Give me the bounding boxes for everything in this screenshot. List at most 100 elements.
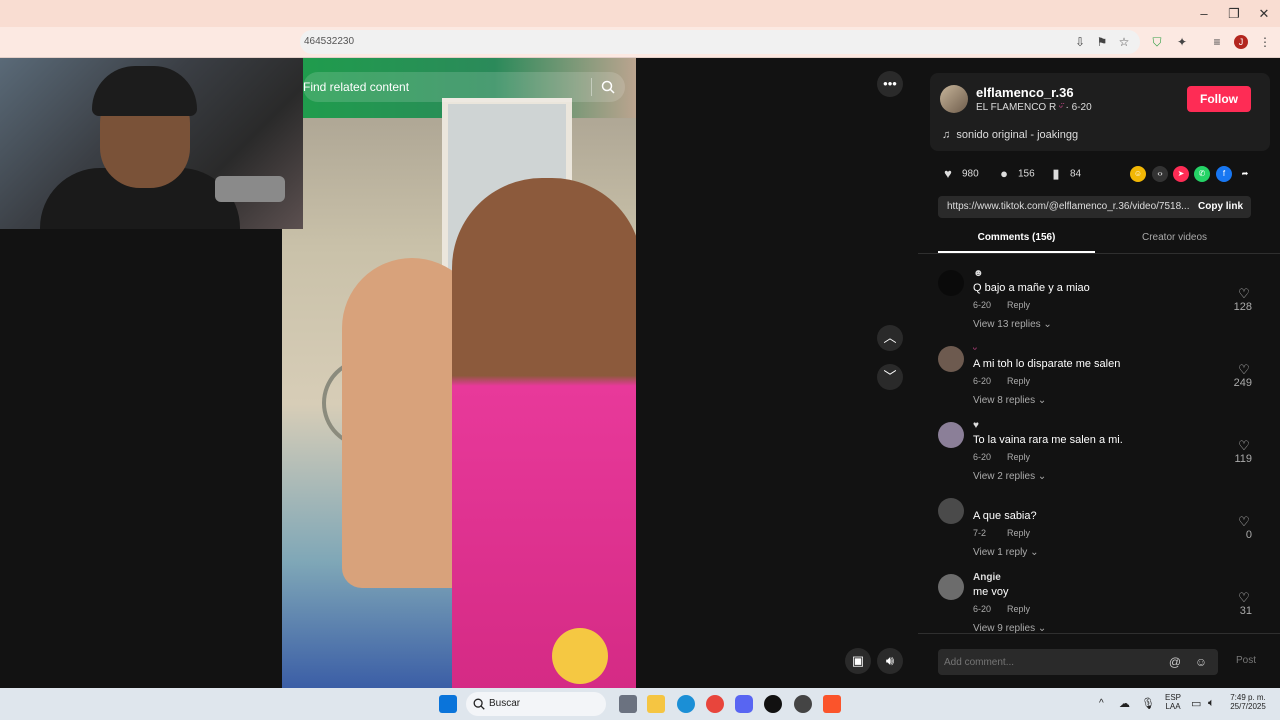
creator-badge-icon: ᵕ̈ [1058,102,1066,113]
video-link-url[interactable]: https://www.tiktok.com/@elflamenco_r.36/… [947,201,1190,212]
reply-button[interactable]: Reply [1007,376,1030,386]
volume-icon[interactable]: 🔊︎ [877,648,903,674]
search-icon[interactable] [600,79,616,95]
network-icon[interactable]: ▭ [1191,697,1201,710]
url-field[interactable]: 464532230 [300,30,1140,54]
related-search-bar[interactable]: Find related content [303,72,625,102]
comment-text: A mi toh lo disparate me salen [973,358,1121,370]
view-replies-link[interactable]: View 8 replies ⌄ [973,395,1046,406]
view-replies-label: View 8 replies [973,395,1036,406]
bookmark-icon: ▮ [1052,166,1060,181]
comment-like-icon[interactable]: ♡ [1236,514,1252,530]
comment-stat[interactable]: ● 156 [996,166,1035,182]
commenter-avatar[interactable] [938,422,964,448]
more-options-icon[interactable]: ••• [877,71,903,97]
creator-avatar[interactable] [940,85,968,113]
tray-cloud-icon[interactable]: ☁ [1119,697,1130,710]
commenter-avatar[interactable] [938,498,964,524]
comment-text: Q bajo a mañe y a miao [973,282,1090,294]
comment-bubble-icon: ● [1000,166,1008,181]
whatsapp-icon[interactable]: ✆ [1194,166,1210,182]
bookmark-star-icon[interactable]: ☆ [1116,34,1132,50]
comment-like-icon[interactable]: ♡ [1236,362,1252,378]
edge-browser-icon[interactable] [677,695,695,713]
extensions-icon[interactable]: ✦ [1174,34,1190,50]
share-coin-icon[interactable]: ☺ [1130,166,1146,182]
install-app-icon[interactable]: ⇩ [1072,34,1088,50]
view-replies-link[interactable]: View 9 replies ⌄ [973,623,1046,633]
post-button[interactable]: Post [1236,655,1256,666]
related-search-placeholder: Find related content [303,80,410,94]
chevron-down-icon: ⌄ [1043,319,1052,330]
creator-username[interactable]: elflamenco_r.36 [976,85,1074,100]
steam-icon[interactable] [794,695,812,713]
comment-like-count: 0 [1245,529,1252,541]
view-replies-link[interactable]: View 13 replies ⌄ [973,319,1052,330]
save-stat[interactable]: ▮ 84 [1048,166,1081,182]
commenter-avatar[interactable] [938,346,964,372]
embed-code-icon[interactable]: ‹› [1152,166,1168,182]
reply-button[interactable]: Reply [1007,300,1030,310]
taskbar-search-box[interactable]: Buscar [466,692,606,716]
commenter-avatar[interactable] [938,574,964,600]
emoji-icon[interactable]: ☺ [1193,654,1209,670]
follow-button[interactable]: Follow [1187,86,1251,112]
tray-microphone-icon[interactable]: 🎙︎ [1141,697,1155,710]
chrome-browser-icon[interactable] [706,695,724,713]
view-replies-link[interactable]: View 2 replies ⌄ [973,471,1046,482]
shield-extension-icon[interactable]: ⛉ [1149,34,1165,50]
mention-icon[interactable]: @ [1167,654,1183,670]
commenter-avatar[interactable] [938,270,964,296]
view-replies-label: View 1 reply [973,547,1028,558]
next-video-chevron-down-icon[interactable]: ﹀ [877,364,903,390]
comment-like-icon[interactable]: ♡ [1236,286,1252,302]
brave-browser-icon[interactable] [823,695,841,713]
task-view-icon[interactable] [619,695,637,713]
video-player[interactable] [282,58,636,688]
language-indicator[interactable]: ESP LAA [1162,693,1184,711]
discord-icon[interactable] [735,695,753,713]
file-explorer-icon[interactable] [647,695,665,713]
add-comment-bar: @ ☺ Post [918,633,1280,688]
url-text: 464532230 [304,36,355,47]
minimize-button[interactable]: – [1189,6,1219,21]
profile-avatar[interactable]: J [1234,35,1248,49]
comment-like-icon[interactable]: ♡ [1236,438,1252,454]
creator-post-date: 6-20 [1071,102,1092,113]
creator-subtitle: EL FLAMENCO R ᵕ̈ · 6-20 [976,102,1092,113]
tab-creator-videos[interactable]: Creator videos [1096,232,1253,243]
copy-link-button[interactable]: Copy link [1198,201,1243,212]
clock[interactable]: 7:49 p. m. 25/7/2025 [1226,693,1270,711]
tiktok-page: Find related content ••• ︿ ﹀ ▣ 🔊︎ elflam… [0,58,1280,688]
speaker-icon[interactable]: 🔈︎ [1208,697,1215,710]
comment-date: 6-20 [973,300,992,310]
music-info[interactable]: ♫ sonido original - joakingg [942,129,1078,141]
previous-video-chevron-up-icon[interactable]: ︿ [877,325,903,351]
comment-text: A que sabia? [973,510,1037,522]
browser-menu-icon[interactable]: ⋮ [1257,34,1273,50]
chevron-down-icon: ⌄ [1037,395,1047,406]
commenter-heart-icon: ♥ [973,420,979,431]
reply-button[interactable]: Reply [1007,528,1030,538]
view-replies-label: View 13 replies [973,319,1041,330]
reply-button[interactable]: Reply [1007,452,1030,462]
media-control-icon[interactable]: ≡ [1209,34,1225,50]
view-replies-link[interactable]: View 1 reply ⌄ [973,547,1038,558]
tray-chevron-up-icon[interactable]: ^ [1099,698,1104,709]
picture-in-picture-icon[interactable]: ▣ [845,648,871,674]
share-arrow-icon[interactable]: ➦ [1237,166,1253,182]
comment-like-icon[interactable]: ♡ [1236,590,1252,606]
restore-button[interactable]: ❐ [1219,6,1249,22]
search-divider [591,78,592,96]
reply-button[interactable]: Reply [1007,604,1030,614]
tab-comments[interactable]: Comments (156) [938,232,1095,243]
share-send-icon[interactable]: ➤ [1173,166,1189,182]
commenter-username[interactable]: Angie [973,572,1001,583]
like-stat[interactable]: ♥ 980 [940,166,979,182]
translate-icon[interactable]: ⚑ [1094,34,1110,50]
close-window-button[interactable]: ✕ [1249,6,1279,22]
windows-start-icon[interactable] [439,695,457,713]
facebook-icon[interactable]: f [1216,166,1232,182]
comment-date: 7-2 [973,528,987,538]
obs-studio-icon[interactable] [764,695,782,713]
